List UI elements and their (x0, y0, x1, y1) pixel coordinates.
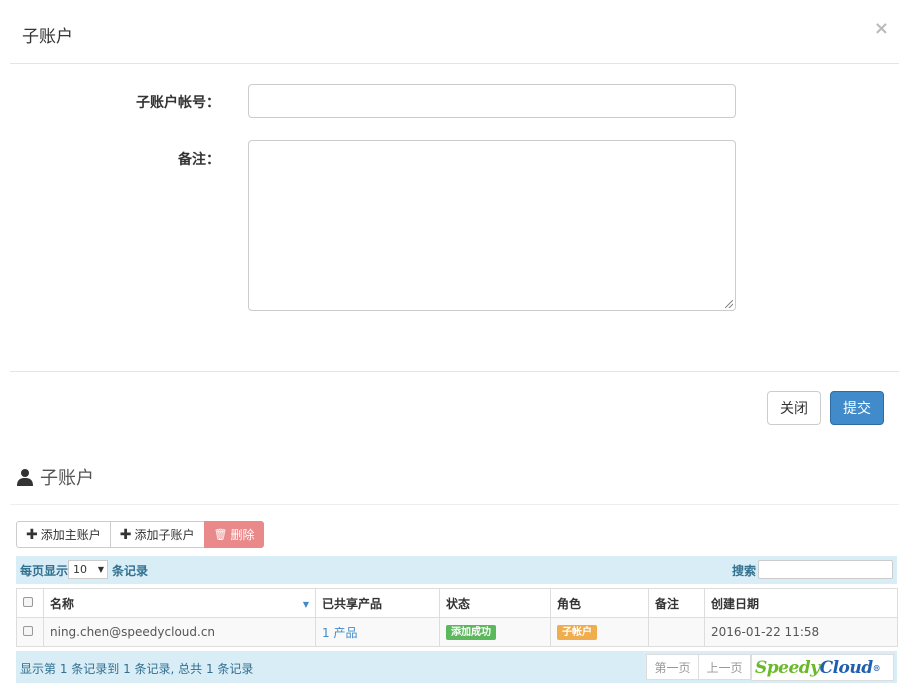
search-label: 搜索 (732, 564, 757, 578)
submit-button[interactable]: 提交 (830, 391, 884, 425)
sort-desc-icon: ▼ (302, 599, 309, 609)
close-icon[interactable]: × (874, 20, 889, 38)
select-all-header (16, 588, 44, 618)
plus-icon: ✚ (26, 526, 38, 543)
per-page-select[interactable]: 10 ▼ (68, 560, 108, 579)
section-title-text: 子账户 (40, 468, 94, 489)
trash-icon: 🗑 (213, 528, 228, 541)
account-label: 子账户帐号： (136, 95, 220, 111)
records-info: 显示第 1 条记录到 1 条记录, 总共 1 条记录 (20, 662, 254, 676)
chevron-down-icon: ▼ (97, 565, 104, 574)
table-row: ning.chen@speedycloud.cn 1 产品 添加成功 子帐户 2… (16, 617, 898, 647)
logo-text-part1: Speedy (755, 657, 820, 678)
toolbar: ✚ 添加主账户 ✚ 添加子账户 🗑 删除 (16, 521, 265, 548)
col-role-header[interactable]: 角色 (550, 588, 649, 618)
delete-button[interactable]: 🗑 删除 (203, 521, 265, 548)
col-status-header[interactable]: 状态 (439, 588, 551, 618)
table-footer: 显示第 1 条记录到 1 条记录, 总共 1 条记录 第一页 上一页 Speed… (16, 651, 897, 683)
close-button[interactable]: 关闭 (767, 391, 821, 425)
add-main-account-button[interactable]: ✚ 添加主账户 (16, 521, 111, 548)
add-sub-account-label: 添加子账户 (134, 528, 195, 542)
first-page-button[interactable]: 第一页 (646, 654, 699, 680)
modal-footer-divider (10, 371, 899, 372)
row-checkbox[interactable] (23, 626, 33, 636)
per-page-prefix: 每页显示 (20, 564, 69, 578)
per-page-value: 10 (73, 563, 87, 576)
col-shared-header[interactable]: 已共享产品 (315, 588, 440, 618)
prev-page-button[interactable]: 上一页 (698, 654, 751, 680)
col-remark-header[interactable]: 备注 (648, 588, 705, 618)
per-page-suffix: 条记录 (112, 564, 149, 578)
status-badge: 添加成功 (446, 625, 496, 640)
cell-shared: 1 产品 (315, 617, 440, 647)
select-all-checkbox[interactable] (23, 597, 33, 607)
modal-title: 子账户 (22, 27, 73, 47)
cell-status: 添加成功 (439, 617, 551, 647)
delete-label: 删除 (230, 528, 255, 542)
speedycloud-logo: Speedy Cloud ® (751, 654, 894, 681)
table-header-row: 名称 ▼ 已共享产品 状态 角色 备注 创建日期 (16, 588, 898, 618)
account-input[interactable] (248, 84, 736, 118)
modal-header: 子账户 × (10, 0, 899, 64)
shared-products-link[interactable]: 1 产品 (322, 626, 357, 640)
search-input[interactable] (758, 560, 893, 579)
remark-textarea[interactable] (248, 140, 736, 311)
accounts-table: 名称 ▼ 已共享产品 状态 角色 备注 创建日期 ning.chen@speedy… (16, 588, 898, 647)
user-icon (17, 469, 33, 486)
section-divider (10, 504, 899, 505)
cell-created: 2016-01-22 11:58 (704, 617, 898, 647)
section-title: 子账户 (16, 466, 94, 489)
remark-label: 备注： (178, 152, 220, 168)
col-name-label: 名称 (50, 596, 75, 611)
row-select-cell (16, 617, 44, 647)
cell-remark (648, 617, 705, 647)
table-controls: 每页显示 10 ▼ 条记录 搜索 (16, 556, 897, 584)
resize-grip-icon[interactable] (725, 300, 733, 308)
add-main-account-label: 添加主账户 (40, 528, 101, 542)
col-created-header[interactable]: 创建日期 (704, 588, 898, 618)
logo-text-part2: Cloud (819, 657, 874, 678)
plus-icon: ✚ (119, 526, 132, 543)
cell-role: 子帐户 (550, 617, 649, 647)
role-badge: 子帐户 (557, 625, 597, 640)
add-sub-account-button[interactable]: ✚ 添加子账户 (109, 521, 205, 548)
registered-mark: ® (872, 662, 881, 673)
cell-name: ning.chen@speedycloud.cn (43, 617, 316, 647)
col-name-header[interactable]: 名称 ▼ (43, 588, 316, 618)
